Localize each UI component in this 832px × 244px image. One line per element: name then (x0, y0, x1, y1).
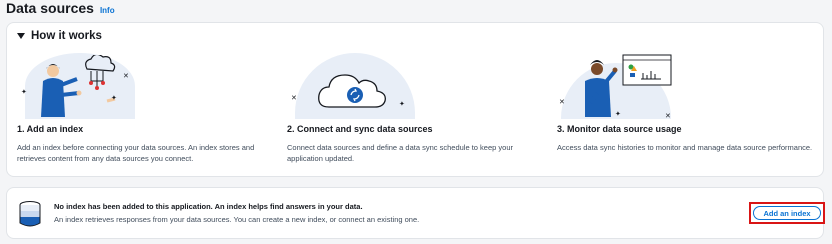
close-x-icon: ✕ (291, 95, 297, 102)
empty-state-title: No index has been added to this applicat… (54, 202, 363, 211)
no-index-empty-state: No index has been added to this applicat… (6, 187, 825, 239)
person-network-icon (41, 55, 116, 117)
connect-sync-illustration: ✕ ✦ (287, 53, 553, 119)
page-title: Data sources (6, 0, 94, 16)
empty-state-description: An index retrieves responses from your d… (54, 215, 420, 224)
sparkle-icon: ✦ (615, 111, 621, 118)
step-monitor-usage: ✕ ✕ ✦ 3. Monitor data source usage Acces… (557, 53, 823, 152)
sparkle-icon: ✦ (21, 89, 27, 96)
cloud-sync-icon (318, 74, 386, 108)
how-it-works-toggle[interactable]: How it works (17, 30, 102, 42)
close-x-icon: ✕ (123, 73, 129, 80)
step-description: Add an index before connecting your data… (17, 143, 255, 163)
how-it-works-title: How it works (31, 30, 102, 42)
sparkle-icon: ✦ (399, 101, 405, 108)
add-index-illustration: ✦ ✕ ✦ (17, 53, 283, 119)
step-description: Access data sync histories to monitor an… (557, 143, 813, 152)
add-index-button[interactable]: Add an index (753, 206, 821, 220)
step-connect-sync: ✕ ✦ 2. Connect and sync data sources Con… (287, 53, 553, 163)
close-x-icon: ✕ (559, 99, 565, 106)
step-add-index: ✦ ✕ ✦ 1. Add an index Add an index befor… (17, 53, 283, 163)
step-title: 3. Monitor data source usage (557, 124, 682, 134)
step-title: 2. Connect and sync data sources (287, 124, 433, 134)
step-title: 1. Add an index (17, 124, 84, 134)
how-it-works-panel: How it works ✦ ✕ ✦ 1. Add an index Add a… (6, 22, 824, 177)
database-icon (19, 201, 41, 227)
person-dashboard-icon (585, 54, 672, 117)
page-header: Data sources Info (6, 0, 115, 18)
info-link[interactable]: Info (100, 6, 115, 15)
add-index-highlight: Add an index (749, 202, 825, 224)
step-description: Connect data sources and define a data s… (287, 143, 513, 163)
close-x-icon: ✕ (665, 113, 671, 120)
monitor-usage-illustration: ✕ ✕ ✦ (557, 53, 823, 120)
caret-down-icon (17, 33, 25, 39)
sparkle-icon: ✦ (111, 95, 117, 102)
